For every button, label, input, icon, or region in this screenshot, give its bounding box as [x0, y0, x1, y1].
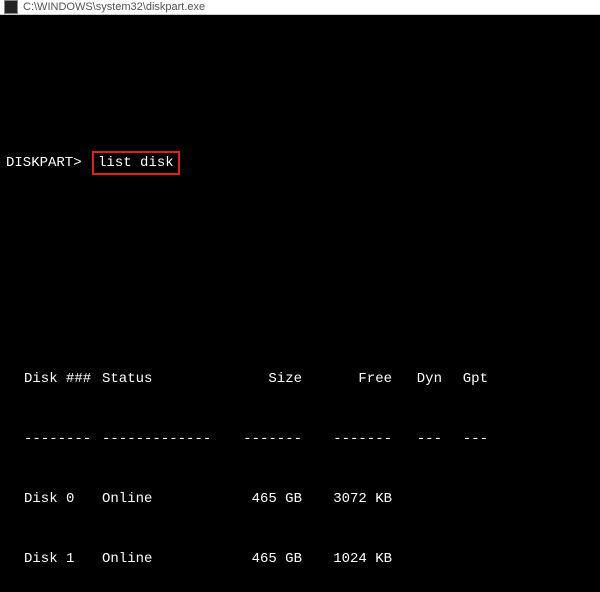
app-icon: [4, 0, 18, 14]
table-header: Disk ###StatusSizeFreeDynGpt: [10, 369, 594, 389]
hdr-gpt: Gpt: [442, 369, 488, 389]
table-row: Disk 0Online465 GB3072 KB: [10, 489, 594, 509]
console-window: C:\WINDOWS\system32\diskpart.exe DISKPAR…: [0, 0, 600, 592]
disk-table: Disk ###StatusSizeFreeDynGpt -----------…: [6, 329, 594, 592]
prompt: DISKPART>: [6, 155, 82, 171]
hdr-status: Status: [102, 369, 222, 389]
hdr-free: Free: [302, 369, 392, 389]
terminal-output[interactable]: DISKPART> list disk Disk ###StatusSizeFr…: [0, 15, 600, 592]
table-row: Disk 1Online465 GB1024 KB: [10, 549, 594, 569]
window-title: C:\WINDOWS\system32\diskpart.exe: [23, 1, 205, 13]
titlebar[interactable]: C:\WINDOWS\system32\diskpart.exe: [0, 0, 600, 15]
hdr-dyn: Dyn: [392, 369, 442, 389]
hdr-size: Size: [222, 369, 302, 389]
table-divider: ----------------------------------------…: [10, 429, 594, 449]
cmd-list-disk: list disk: [92, 151, 180, 175]
prompt-line: DISKPART> list disk: [6, 151, 594, 175]
hdr-disk: Disk ###: [24, 369, 102, 389]
